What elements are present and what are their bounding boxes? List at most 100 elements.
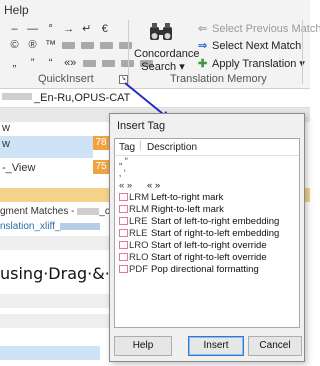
degree-button[interactable]: ° bbox=[44, 23, 57, 35]
file-link-text: nslation_xliff_ bbox=[0, 221, 61, 232]
special-space-button[interactable] bbox=[100, 41, 114, 49]
tag-list[interactable]: Tag | Description „ “ ‚ ‘ « » « » LRM Left… bbox=[114, 138, 300, 328]
tag-list-header: Tag | Description bbox=[115, 139, 299, 156]
redacted-text bbox=[60, 222, 101, 230]
tag-cell: „ “ bbox=[119, 156, 128, 167]
tag-icon bbox=[119, 193, 128, 202]
dialog-launcher-icon[interactable]: ↘ bbox=[119, 75, 128, 84]
tag-icon bbox=[119, 205, 128, 214]
copyright-button[interactable]: © bbox=[8, 39, 21, 51]
guillemets-button[interactable]: «» bbox=[62, 57, 78, 69]
special-char-button[interactable] bbox=[102, 59, 116, 67]
concordance-label-1: Concordance bbox=[134, 48, 200, 60]
em-dash-button[interactable]: — bbox=[26, 23, 39, 35]
tag-row[interactable]: LRM Left-to-right mark bbox=[115, 192, 299, 204]
tag-cell: « » bbox=[119, 180, 133, 191]
column-header-description[interactable]: Description bbox=[147, 142, 197, 153]
tm-group-label: Translation Memory bbox=[170, 73, 267, 85]
en-dash-button[interactable]: – bbox=[8, 23, 21, 35]
file-link[interactable]: nslation_xliff_ bbox=[0, 221, 101, 232]
tag-cell: PDF bbox=[129, 264, 148, 275]
cancel-button[interactable]: Cancel bbox=[248, 336, 302, 356]
tag-cell: RLE bbox=[129, 228, 148, 239]
left-quote-button[interactable]: “ bbox=[44, 57, 57, 69]
grid-row bbox=[0, 294, 120, 308]
help-menu[interactable]: Help bbox=[4, 3, 29, 17]
tag-cell: RLM bbox=[129, 204, 150, 215]
special-space-button[interactable] bbox=[119, 41, 133, 49]
select-next-label: Select Next Match bbox=[212, 40, 302, 52]
special-space-button[interactable] bbox=[81, 41, 95, 49]
registered-button[interactable]: ® bbox=[26, 39, 39, 51]
select-next-match-button[interactable]: ⇒ Select Next Match bbox=[198, 39, 301, 52]
desc-cell: Start of left-to-right embedding bbox=[151, 216, 280, 227]
desc-cell: Left-to-right mark bbox=[151, 192, 224, 203]
tag-icon bbox=[119, 229, 128, 238]
grid-row bbox=[0, 314, 120, 328]
tag-icon bbox=[119, 241, 128, 250]
tag-cell: ‚ ‘ bbox=[119, 168, 126, 179]
match-score-badge: 78 bbox=[93, 136, 109, 150]
euro-button[interactable]: € bbox=[98, 23, 111, 35]
tag-row[interactable]: „ “ bbox=[115, 156, 299, 168]
segment-matches-header: gment Matches - _c.. bbox=[0, 206, 115, 217]
apply-translation-label: Apply Translation ▾ bbox=[212, 58, 305, 70]
quickinsert-row-2: © ® ™ bbox=[8, 39, 135, 51]
segment-text-w: w bbox=[2, 122, 10, 134]
return-button[interactable]: ↵ bbox=[80, 22, 93, 35]
concordance-search-button[interactable]: Concordance Search ▾ bbox=[134, 48, 200, 74]
tag-row[interactable]: RLM Right-to-left mark bbox=[115, 204, 299, 216]
tag-cell: LRO bbox=[129, 240, 149, 251]
ribbon-separator bbox=[302, 20, 303, 84]
arrow-left-icon: ⇐ bbox=[198, 23, 208, 35]
desc-cell: Start of right-to-left embedding bbox=[151, 228, 280, 239]
insert-tag-dialog: Insert Tag Tag | Description „ “ ‚ ‘ « »… bbox=[109, 113, 305, 362]
ribbon-separator bbox=[128, 20, 129, 84]
insert-button[interactable]: Insert bbox=[188, 336, 244, 356]
help-button[interactable]: Help bbox=[114, 336, 172, 356]
apply-translation-icon: ✚ bbox=[198, 58, 208, 70]
tag-row[interactable]: ‚ ‘ bbox=[115, 168, 299, 180]
right-quote-button[interactable]: ” bbox=[26, 57, 39, 69]
quickinsert-group-label: QuickInsert bbox=[38, 73, 94, 85]
matches-prefix: gment Matches - bbox=[0, 206, 78, 217]
desc-cell: « » bbox=[147, 180, 161, 191]
segment-row-highlight bbox=[0, 346, 100, 360]
match-score-badge: 75 bbox=[93, 160, 109, 174]
low-quote-button[interactable]: „ bbox=[8, 57, 21, 69]
redacted-text bbox=[77, 207, 100, 215]
trademark-button[interactable]: ™ bbox=[44, 39, 57, 51]
redacted-text bbox=[2, 93, 32, 100]
tag-row[interactable]: LRE Start of left-to-right embedding bbox=[115, 216, 299, 228]
desc-cell: Start of left-to-right override bbox=[151, 240, 267, 251]
tag-row[interactable]: PDF Pop directional formatting bbox=[115, 264, 299, 276]
segment-text-view: -_View bbox=[2, 162, 36, 174]
segment-text-w-2: w bbox=[2, 138, 10, 150]
document-tab-bar[interactable]: _En-Ru,OPUS-CAT bbox=[0, 89, 310, 108]
desc-cell: Pop directional formatting bbox=[151, 264, 259, 275]
tag-icon bbox=[119, 217, 128, 226]
arrow-button[interactable]: → bbox=[62, 23, 75, 35]
select-previous-label: Select Previous Match bbox=[212, 23, 320, 35]
tag-cell: LRE bbox=[129, 216, 148, 227]
tag-row[interactable]: « » « » bbox=[115, 180, 299, 192]
special-char-button[interactable] bbox=[83, 59, 97, 67]
dialog-title: Insert Tag bbox=[117, 120, 166, 132]
apply-translation-button[interactable]: ✚ Apply Translation ▾ bbox=[198, 57, 305, 70]
grid-row bbox=[0, 236, 120, 250]
tag-cell: RLO bbox=[129, 252, 149, 263]
tag-cell: LRM bbox=[129, 192, 150, 203]
concordance-search-icon[interactable] bbox=[149, 22, 175, 44]
tag-row[interactable]: LRO Start of left-to-right override bbox=[115, 240, 299, 252]
column-header-tag[interactable]: Tag bbox=[119, 142, 135, 153]
segment-row-selected[interactable] bbox=[0, 136, 93, 158]
special-space-button[interactable] bbox=[62, 41, 76, 49]
tag-row[interactable]: RLO Start of right-to-left override bbox=[115, 252, 299, 264]
tag-icon bbox=[119, 253, 128, 262]
desc-cell: Start of right-to-left override bbox=[151, 252, 267, 263]
tag-row[interactable]: RLE Start of right-to-left embedding bbox=[115, 228, 299, 240]
desc-cell: Right-to-left mark bbox=[151, 204, 224, 215]
column-divider: | bbox=[139, 140, 142, 151]
arrow-right-icon: ⇒ bbox=[198, 40, 208, 52]
quickinsert-row-1: – — ° → ↵ € bbox=[8, 22, 113, 35]
